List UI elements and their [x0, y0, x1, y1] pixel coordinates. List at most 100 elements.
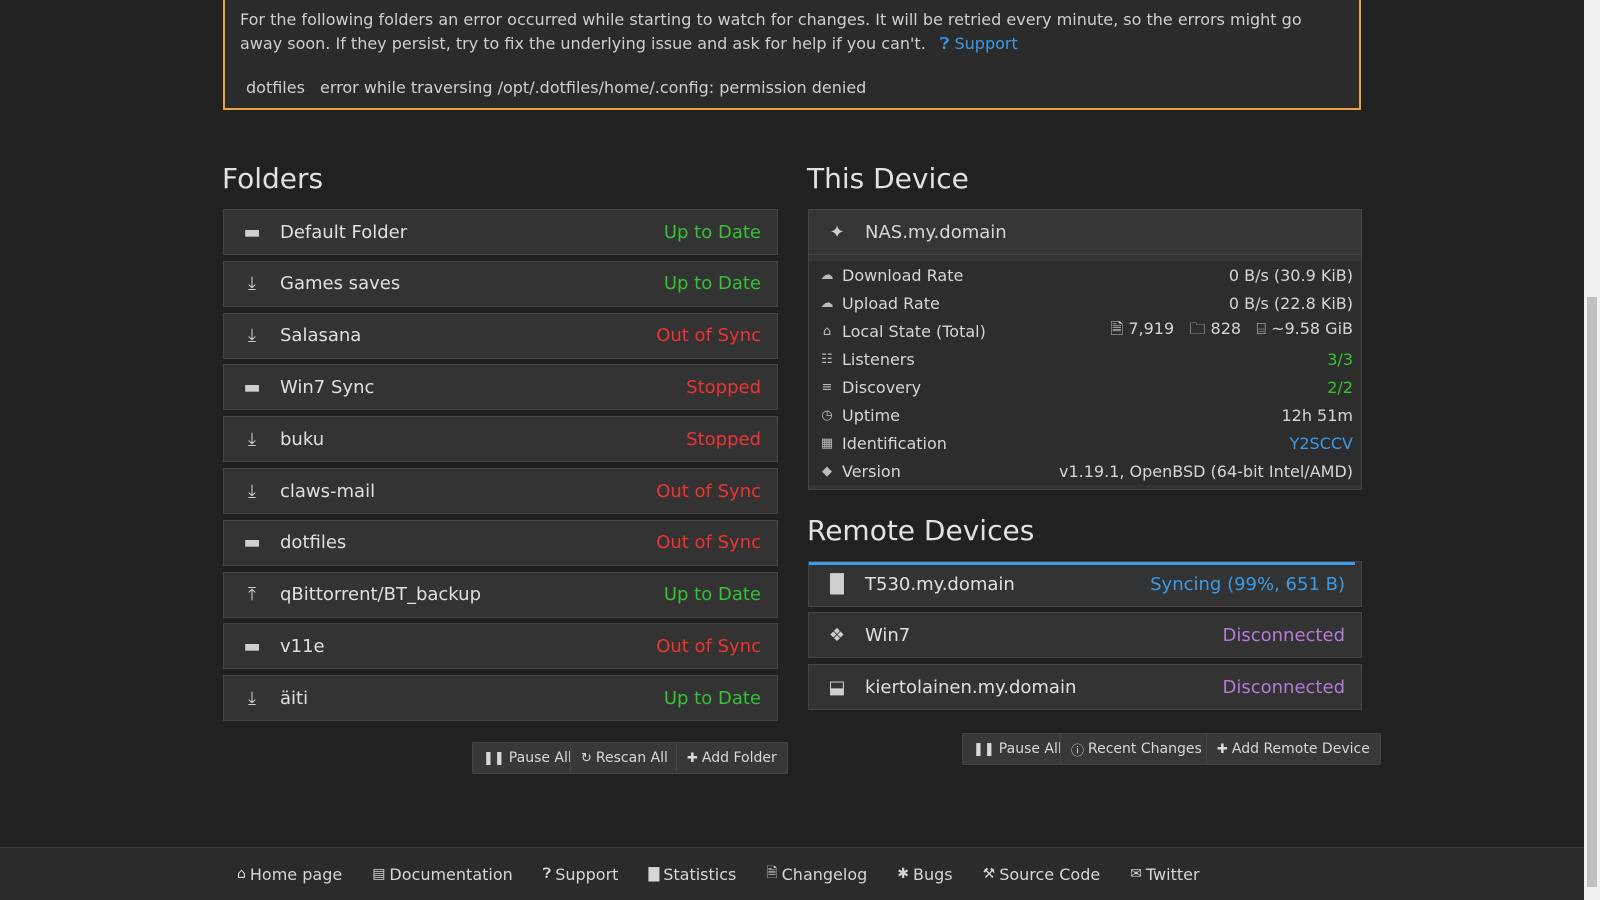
listeners-value[interactable]: 3/3 [1327, 350, 1353, 369]
folder-panel[interactable]: ▬ dotfiles Out of Sync [223, 519, 778, 566]
folder-name: buku [280, 428, 325, 450]
pause-all-folders-button[interactable]: ❚❚ Pause All [472, 742, 583, 774]
folder-icon: ▬ [243, 635, 261, 657]
folder-panel[interactable]: ▬ v11e Out of Sync [223, 623, 778, 670]
page-scrollbar[interactable] [1584, 0, 1600, 900]
scrollbar-thumb[interactable] [1587, 297, 1597, 887]
folder-watch-error-alert: For the following folders an error occur… [223, 0, 1361, 110]
folder-panel[interactable]: ▬ Default Folder Up to Date [223, 209, 778, 255]
download-icon: ⤓ [248, 687, 256, 709]
alert-message: For the following folders an error occur… [240, 10, 1302, 53]
home-icon: ⌂ [822, 323, 832, 339]
alert-error-row: dotfiles error while traversing /opt/.do… [240, 76, 1344, 100]
folder-status: Out of Sync [656, 532, 761, 554]
discovery-row: ≡ Discovery 2/2 [809, 373, 1361, 401]
folder-icon: ▬ [243, 221, 261, 243]
folder-name: dotfiles [280, 532, 347, 554]
qrcode-icon: ▦ [820, 435, 834, 451]
clock-icon: ◷ [821, 407, 833, 423]
file-count: 7,919 [1128, 318, 1175, 338]
folder-panel[interactable]: ⤓ buku Stopped [223, 416, 778, 463]
version-row: ◆ Version v1.19.1, OpenBSD (64-bit Intel… [809, 457, 1361, 485]
download-icon: ⤓ [248, 480, 256, 502]
footer-link-bugs[interactable]: ✱ Bugs [897, 865, 952, 884]
info-circle-icon: ⓘ [1071, 743, 1085, 759]
download-icon: ⤓ [248, 325, 256, 347]
folder-name: v11e [280, 635, 325, 657]
folder-name: Default Folder [280, 221, 408, 243]
folder-status: Stopped [686, 428, 761, 450]
folder-panel[interactable]: ⤓ claws-mail Out of Sync [223, 468, 778, 514]
folder-status: Out of Sync [656, 325, 761, 347]
footer-link-source-code[interactable]: ⚒ Source Code [983, 865, 1101, 884]
upload-icon: ⤒ [248, 584, 256, 606]
bar-chart-icon: ▇ [648, 866, 660, 882]
folder-status: Out of Sync [656, 635, 761, 657]
this-device-name: NAS.my.domain [865, 221, 1007, 243]
folder-status: Stopped [686, 376, 761, 398]
listeners-row: ☷ Listeners 3/3 [809, 345, 1361, 373]
remote-device-win7[interactable]: ❖ Win7 Disconnected [808, 612, 1362, 658]
total-size: ~9.58 GiB [1271, 318, 1353, 338]
support-link[interactable]: ❓︎ Support [940, 34, 1018, 53]
folder-panel[interactable]: ⤓ äiti Up to Date [223, 675, 778, 722]
local-state-row: ⌂ Local State (Total) 🗎︎ 7,919 🗀︎ 828 ⌸ … [809, 317, 1361, 345]
identification-row: ▦ Identification Y2SCCV [809, 429, 1361, 457]
folder-panel[interactable]: ▬ Win7 Sync Stopped [223, 364, 778, 411]
folder-panel[interactable]: ⤓ Salasana Out of Sync [223, 312, 778, 359]
this-device-header[interactable]: ✦ NAS.my.domain [809, 210, 1361, 255]
footer-link-changelog[interactable]: 🗎︎ Changelog [766, 862, 867, 886]
sitemap-icon: ☷ [821, 351, 833, 367]
folder-panel[interactable]: ⤒ qBittorrent/BT_backup Up to Date [223, 571, 778, 618]
pause-all-devices-button[interactable]: ❚❚ Pause All [962, 733, 1073, 765]
file-text-icon: 🗎︎ [766, 865, 778, 881]
plus-icon: ✚ [687, 750, 698, 766]
plus-icon: ✚ [1217, 741, 1228, 757]
remote-status: Syncing (99%, 651 B) [1150, 573, 1345, 595]
device-id-link[interactable]: Y2SCCV [1290, 434, 1353, 453]
folder-status: Up to Date [663, 221, 761, 243]
folder-name: Salasana [280, 325, 362, 347]
folder-panel[interactable]: ⤓ Games saves Up to Date [223, 260, 778, 307]
uptime-row: ◷ Uptime 12h 51m [809, 401, 1361, 429]
folder-outline-icon: 🗀︎ [1189, 318, 1206, 338]
remote-device-t530[interactable]: ▐▌ T530.my.domain Syncing (99%, 651 B) [808, 561, 1362, 607]
folder-icon: ▬ [243, 532, 261, 554]
wrench-icon: ⚒ [982, 866, 996, 882]
error-text: error while traversing /opt/.dotfiles/ho… [320, 78, 867, 97]
pause-icon: ❚❚ [973, 741, 995, 757]
remote-status: Disconnected [1222, 624, 1346, 646]
footer-link-statistics[interactable]: ▇ Statistics [648, 865, 736, 884]
footer-link-documentation[interactable]: ▤ Documentation [372, 865, 513, 884]
book-icon: ▤ [372, 866, 386, 882]
question-circle-icon: ❓︎ [939, 34, 950, 53]
dir-count: 828 [1210, 318, 1242, 338]
footer-link-support[interactable]: ❓︎ Support [543, 865, 619, 884]
add-folder-button[interactable]: ✚ Add Folder [676, 742, 788, 774]
folder-name: äiti [280, 687, 309, 709]
this-device-panel: ✦ NAS.my.domain ☁ Download Rate 0 B/s (3… [808, 209, 1362, 490]
footer-nav: ⌂ Home page ▤ Documentation ❓︎ Support ▇ Sta… [0, 847, 1584, 900]
add-remote-device-button[interactable]: ✚ Add Remote Device [1206, 733, 1381, 765]
rescan-all-button[interactable]: ↻ Rescan All [570, 742, 679, 774]
bug-icon: ✱ [897, 866, 910, 882]
error-folder-name: dotfiles [246, 78, 305, 97]
sync-progress-bar [809, 562, 1356, 565]
device-identicon-icon: ⬓ [828, 676, 846, 698]
syncing-bars-icon: ▐▌ [823, 573, 851, 595]
question-circle-icon: ❓︎ [542, 866, 552, 882]
footer-link-home-page[interactable]: ⌂ Home page [237, 865, 342, 884]
remote-device-kiertolainen[interactable]: ⬓ kiertolainen.my.domain Disconnected [808, 664, 1362, 710]
cloud-download-icon: ☁ [820, 267, 834, 283]
file-icon: 🗎︎ [1110, 318, 1124, 338]
folder-status: Up to Date [663, 273, 761, 295]
footer-link-twitter[interactable]: ✉ Twitter [1130, 865, 1199, 884]
signpost-icon: ≡ [821, 379, 833, 395]
folder-name: Games saves [280, 273, 401, 295]
recent-changes-button[interactable]: ⓘ Recent Changes [1060, 733, 1213, 765]
device-identicon-icon: ✦ [829, 221, 845, 243]
discovery-value[interactable]: 2/2 [1327, 378, 1353, 397]
home-icon: ⌂ [237, 866, 246, 882]
hdd-icon: ⌸ [1256, 318, 1266, 338]
download-icon: ⤓ [248, 428, 256, 450]
